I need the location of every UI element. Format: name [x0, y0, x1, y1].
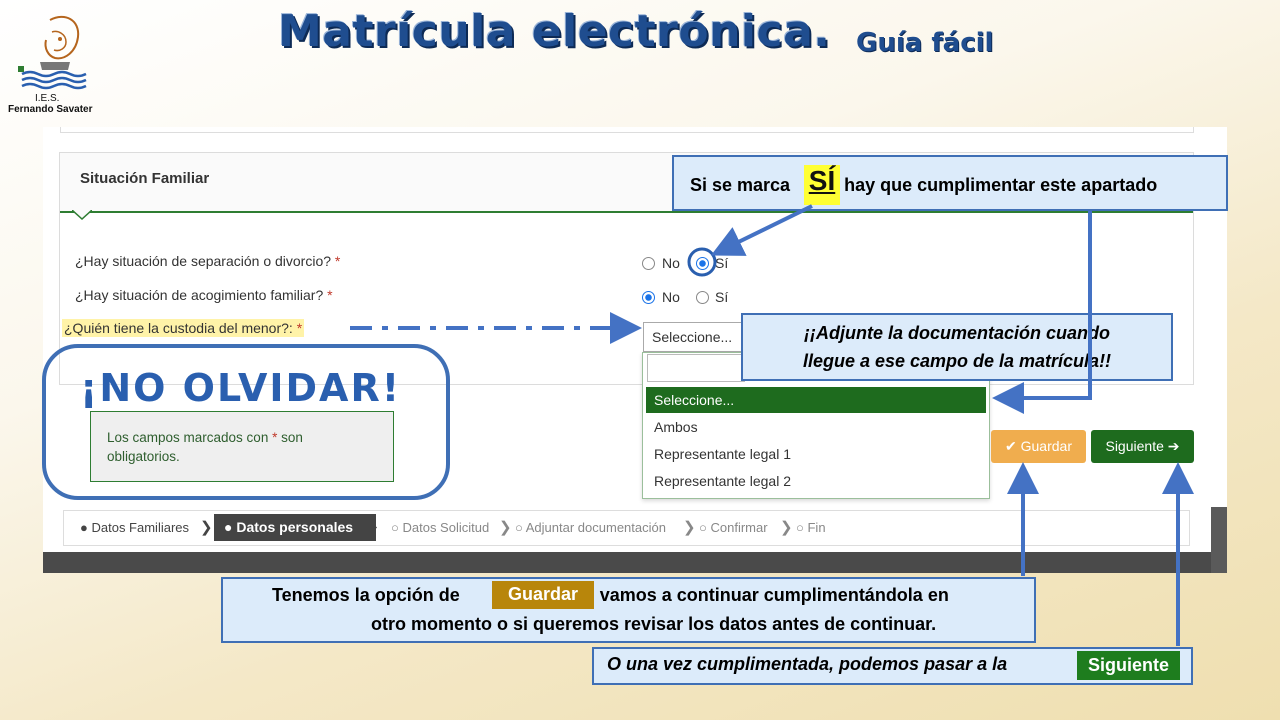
chevron-right-icon: ❯: [200, 519, 213, 536]
circle-outline-icon: ○: [515, 520, 523, 535]
radio-foster-si[interactable]: [696, 291, 709, 304]
radio-label-si: Sí: [715, 255, 729, 271]
callout-guardar-line1: Tenemos la opción de si vamos a continua…: [272, 585, 949, 606]
previous-card-edge: [60, 127, 1194, 133]
step-label: Confirmar: [710, 520, 768, 535]
circle-icon: ●: [224, 519, 233, 535]
scrollbar[interactable]: [1211, 507, 1227, 573]
step-label: Datos Solicitud: [402, 520, 490, 535]
dropdown-option[interactable]: Seleccione...: [646, 387, 986, 413]
page-title: Matrícula electrónica.: [278, 6, 831, 57]
page-subtitle: Guía fácil: [856, 28, 994, 58]
radio-label-no: No: [662, 255, 680, 271]
dropdown-option[interactable]: Representante legal 1: [646, 441, 986, 467]
custody-select[interactable]: Seleccione...: [643, 322, 743, 352]
callout-line1: ¡¡Adjunte la documentación cuando: [803, 323, 1110, 343]
school-logo: [18, 15, 87, 90]
step-datos-personales[interactable]: ● Datos personales: [214, 514, 376, 541]
question-label: ¿Hay situación de acogimiento familiar?: [75, 287, 324, 303]
callout-line2: llegue a ese campo de la matrícula!!: [802, 351, 1112, 371]
callout-text-b: si vamos a continuar cumplimentándola en: [579, 585, 949, 605]
radio-separation-si[interactable]: [696, 257, 709, 270]
callout-text-a: Si se marca: [690, 175, 791, 195]
check-circle-icon: ●: [80, 520, 88, 535]
question-label: ¿Hay situación de separación o divorcio?: [75, 253, 332, 269]
step-adjuntar[interactable]: ○ Adjuntar documentación: [515, 520, 666, 535]
chevron-right-icon: ❯: [499, 519, 512, 536]
step-label: Datos personales: [236, 519, 354, 535]
logo-line2: Fernando Savater: [8, 104, 93, 115]
step-label: Datos Familiares: [91, 520, 190, 535]
callout-siguiente-text: O una vez cumplimentada, podemos pasar a…: [607, 654, 1008, 674]
question-separation: ¿Hay situación de separación o divorcio?…: [75, 253, 340, 269]
radio-foster-no[interactable]: [642, 291, 655, 304]
check-circle-icon: ✔: [1005, 438, 1017, 454]
callout-text-b: hay que cumplimentar este apartado: [844, 175, 1158, 195]
callout-si-marca-text: Si se marca hay que cumplimentar este ap…: [690, 175, 1157, 196]
dropdown-option[interactable]: Ambos: [646, 414, 986, 440]
step-label: Adjuntar documentación: [525, 520, 666, 535]
dropdown-option[interactable]: Representante legal 2: [646, 468, 986, 494]
no-olvidar-title: ¡NO OLVIDAR!: [80, 366, 402, 410]
panel-header-notch: [72, 210, 92, 220]
step-confirmar[interactable]: ○ Confirmar: [699, 520, 768, 535]
section-title: Situación Familiar: [80, 170, 210, 187]
radio-separation-no[interactable]: [642, 257, 655, 270]
save-button-label: Guardar: [1020, 438, 1072, 454]
question-foster: ¿Hay situación de acogimiento familiar? …: [75, 287, 333, 303]
radio-label-si: Sí: [715, 289, 729, 305]
step-datos-solicitud[interactable]: ○ Datos Solicitud: [391, 520, 489, 535]
siguiente-tag: Siguiente: [1077, 651, 1180, 680]
dropdown-search-input[interactable]: [647, 354, 745, 382]
step-label: Fin: [807, 520, 826, 535]
circle-outline-icon: ○: [699, 520, 707, 535]
callout-guardar-line2: otro momento o si queremos revisar los d…: [371, 614, 937, 634]
required-mark: *: [296, 320, 303, 336]
callout-text-a: Tenemos la opción de: [272, 585, 460, 605]
required-mark: *: [327, 287, 333, 303]
step-datos-familiares[interactable]: ● Datos Familiares: [80, 520, 189, 535]
footer-bar: [43, 552, 1227, 573]
question-label: ¿Quién tiene la custodia del menor?:: [64, 320, 293, 336]
arrow-right-icon: ➔: [1167, 438, 1180, 454]
guardar-tag: Guardar: [492, 581, 594, 609]
circle-outline-icon: ○: [796, 520, 804, 535]
active-step-arrow: [364, 514, 377, 541]
required-mark: *: [334, 253, 341, 269]
callout-adjunte-text: ¡¡Adjunte la documentación cuando llegue…: [741, 319, 1173, 375]
logo-line1: I.E.S.: [35, 93, 60, 104]
circle-outline-icon: ○: [391, 520, 399, 535]
next-button-label: Siguiente: [1105, 438, 1164, 454]
question-custody: ¿Quién tiene la custodia del menor?: *: [62, 319, 305, 337]
save-button[interactable]: ✔ Guardar: [991, 430, 1086, 463]
si-highlight: SÍ: [804, 165, 840, 205]
next-button[interactable]: Siguiente ➔: [1091, 430, 1194, 463]
radio-label-no: No: [662, 289, 680, 305]
chevron-right-icon: ❯: [683, 519, 696, 536]
chevron-right-icon: ❯: [780, 519, 793, 536]
step-fin[interactable]: ○ Fin: [796, 520, 826, 535]
